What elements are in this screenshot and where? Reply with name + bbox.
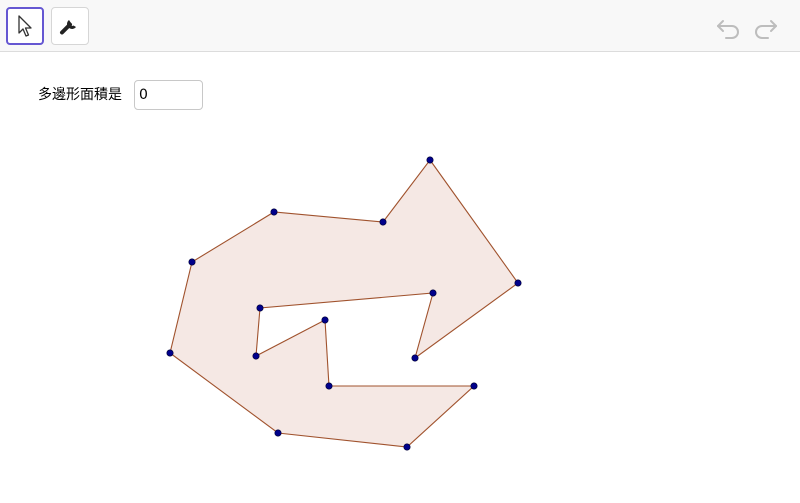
vertex-point[interactable] <box>411 354 419 362</box>
toolbar <box>0 0 800 52</box>
wrench-icon <box>60 20 76 35</box>
vertex-point[interactable] <box>270 208 278 216</box>
graphics-view[interactable] <box>0 53 800 503</box>
polygon-construction[interactable] <box>0 53 800 503</box>
vertex-point[interactable] <box>256 304 264 312</box>
undo-button[interactable] <box>714 12 744 42</box>
vertex-point[interactable] <box>470 382 478 390</box>
area-input[interactable] <box>134 80 203 110</box>
vertex-point[interactable] <box>403 443 411 451</box>
settings-tool-button[interactable] <box>51 7 89 45</box>
undo-icon <box>717 20 739 39</box>
redo-button[interactable] <box>750 12 780 42</box>
area-label: 多邊形面積是 <box>38 87 122 103</box>
vertex-point[interactable] <box>252 352 260 360</box>
vertex-point[interactable] <box>166 349 174 357</box>
vertex-point[interactable] <box>379 218 387 226</box>
vertex-point[interactable] <box>325 382 333 390</box>
vertex-point[interactable] <box>188 258 196 266</box>
cursor-arrow-icon <box>18 15 32 37</box>
redo-icon <box>755 20 777 39</box>
vertex-point[interactable] <box>274 429 282 437</box>
vertex-point[interactable] <box>514 279 522 287</box>
vertex-point[interactable] <box>426 156 434 164</box>
move-tool-button[interactable] <box>6 7 44 45</box>
polygon[interactable] <box>169 159 519 448</box>
vertex-point[interactable] <box>429 289 437 297</box>
vertex-point[interactable] <box>321 316 329 324</box>
